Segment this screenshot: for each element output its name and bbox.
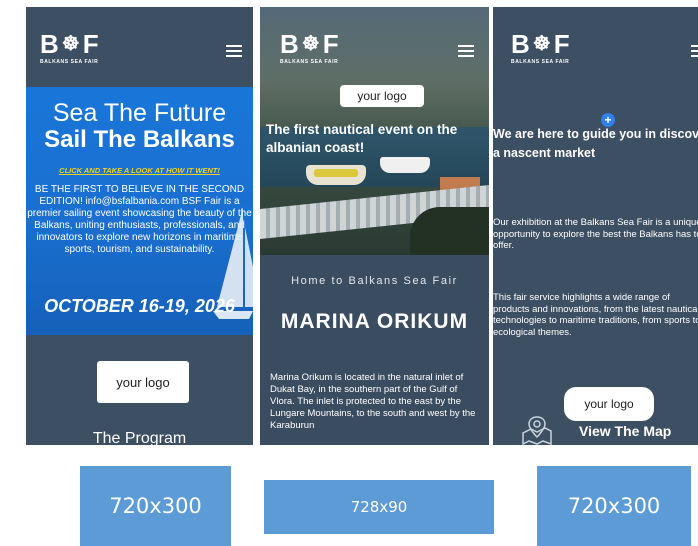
- event-date: OCTOBER 16-19, 2026: [44, 296, 235, 316]
- header-bar: B ☸ F BALKANS SEA FAIR: [26, 7, 253, 87]
- view-map-link[interactable]: View The Map: [579, 423, 671, 439]
- mobile-preview-about: B ☸ F BALKANS SEA FAIR + We are here to gu…: [493, 7, 698, 445]
- section-title: MARINA ORIKUM: [280, 310, 469, 333]
- hero-banner: Sea The Future Sail The Balkans CLICK AN…: [26, 87, 253, 335]
- logo-tagline: BALKANS SEA FAIR: [511, 59, 570, 65]
- hamburger-menu-icon[interactable]: [691, 45, 698, 57]
- recap-link[interactable]: CLICK AND TAKE A LOOK AT HOW IT WENT!: [26, 166, 253, 175]
- logo-tagline: BALKANS SEA FAIR: [40, 59, 99, 65]
- sponsor-logo-placeholder[interactable]: your logo: [564, 387, 654, 421]
- mobile-preview-marina: B ☸ F BALKANS SEA FAIR your logo The first…: [260, 7, 489, 445]
- hero-title-line2: Sail The Balkans: [44, 126, 235, 153]
- ship-wheel-icon: ☸: [61, 33, 81, 55]
- map-pin-icon: [522, 416, 552, 445]
- sponsor-logo-placeholder[interactable]: your logo: [340, 85, 424, 107]
- hamburger-menu-icon[interactable]: [226, 45, 242, 57]
- hero-title-line1: Sea The Future: [52, 99, 227, 127]
- header-bar: B ☸ F BALKANS SEA FAIR: [260, 7, 489, 87]
- program-heading[interactable]: The Program: [26, 430, 253, 445]
- section-kicker: Home to Balkans Sea Fair: [291, 275, 458, 287]
- bsf-logo[interactable]: B ☸ F BALKANS SEA FAIR: [40, 31, 100, 65]
- bsf-logo[interactable]: B ☸ F BALKANS SEA FAIR: [280, 31, 340, 65]
- bsf-logo[interactable]: B ☸ F BALKANS SEA FAIR: [511, 31, 571, 65]
- ad-placeholder-720x300: 720x300: [80, 466, 231, 546]
- header-bar: B ☸ F BALKANS SEA FAIR: [493, 7, 698, 87]
- section-paragraph-1: Our exhibition at the Balkans Sea Fair i…: [493, 217, 698, 251]
- section-paragraph-2: This fair service highlights a wide rang…: [493, 292, 698, 338]
- hamburger-menu-icon[interactable]: [458, 45, 474, 57]
- mobile-preview-home: B ☸ F BALKANS SEA FAIR Sea The Future Sail…: [26, 7, 253, 445]
- sponsor-logo-placeholder[interactable]: your logo: [97, 361, 189, 403]
- ship-wheel-icon: ☸: [301, 33, 321, 55]
- ad-placeholder-720x300-right: 720x300: [537, 466, 691, 546]
- ship-wheel-icon: ☸: [532, 33, 552, 55]
- ad-placeholder-728x90: 728x90: [264, 480, 494, 534]
- logo-tagline: BALKANS SEA FAIR: [280, 59, 339, 65]
- section-description: Marina Orikum is located in the natural …: [270, 372, 476, 431]
- hero-headline: The first nautical event on the albanian…: [266, 122, 458, 155]
- section-headline: We are here to guide you in discovering …: [493, 127, 698, 160]
